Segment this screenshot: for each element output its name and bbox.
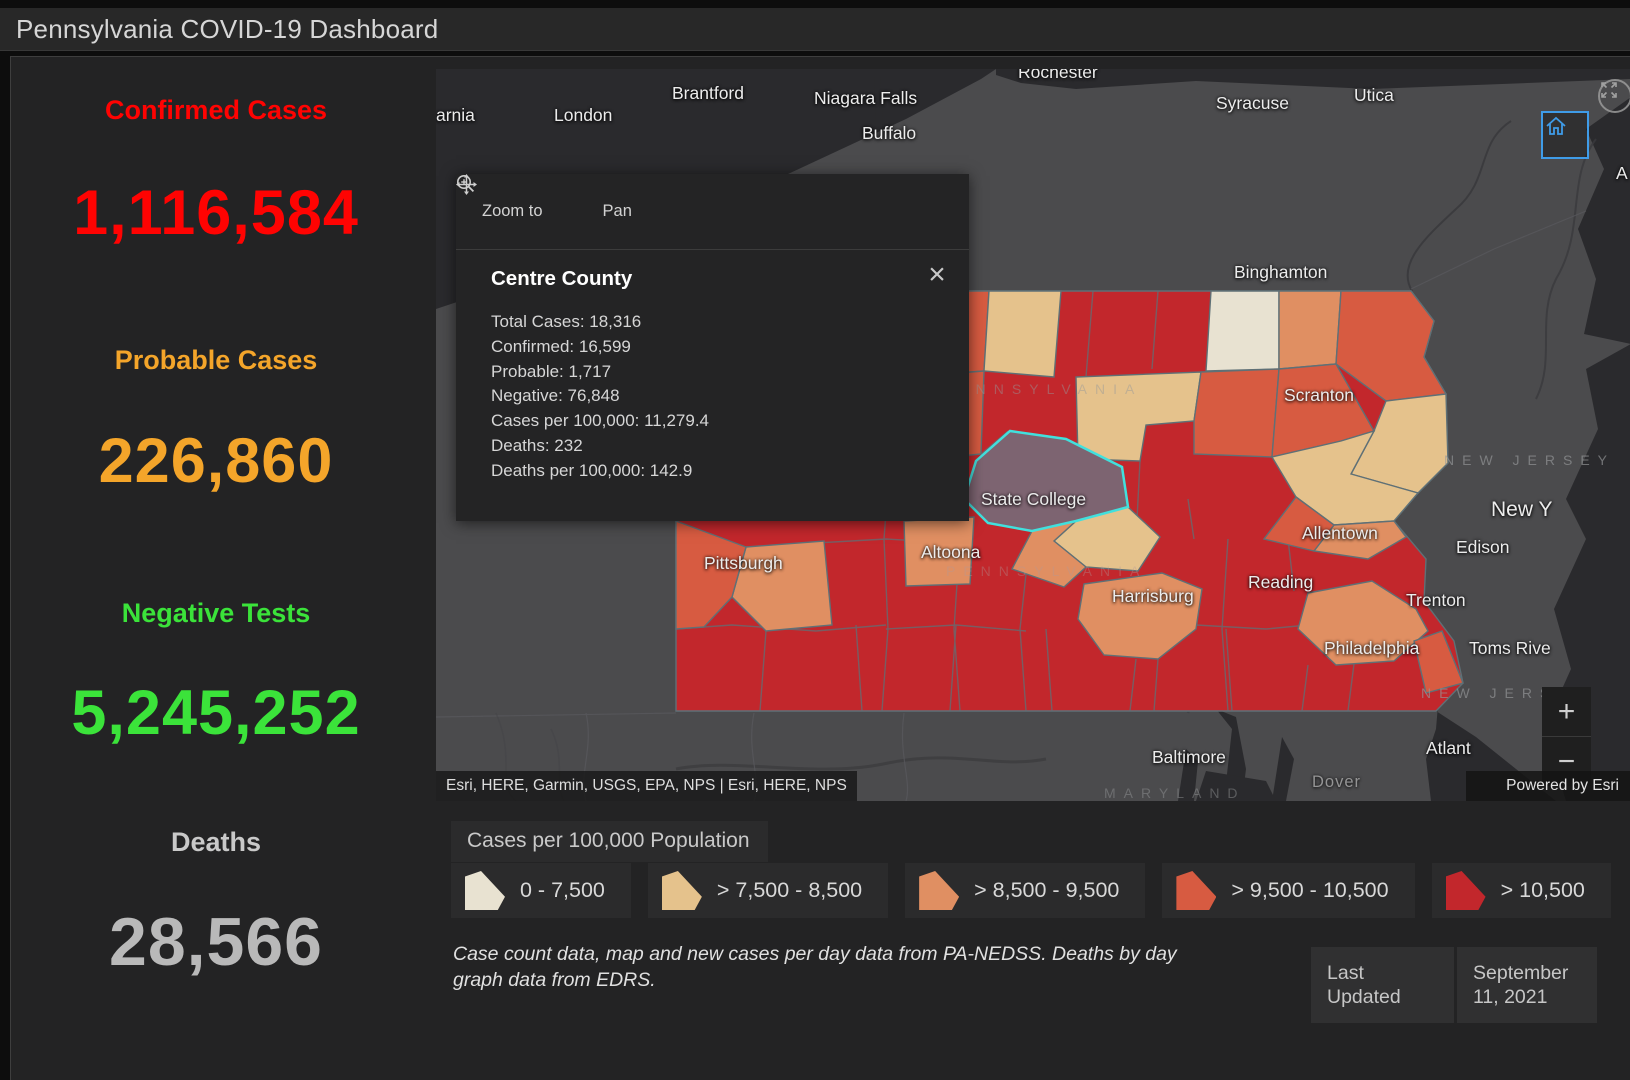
county-polygon bbox=[1205, 290, 1280, 372]
city-label: Binghamton bbox=[1234, 262, 1328, 282]
powered-by-esri-link[interactable]: Powered by Esri bbox=[1466, 771, 1630, 801]
last-updated-value: September 11, 2021 bbox=[1457, 947, 1597, 1023]
city-label: Harrisburg bbox=[1112, 586, 1194, 606]
popup-stat-line: Total Cases: 18,316 bbox=[491, 312, 642, 331]
choropleth-map[interactable]: arnia London Brantford Niagara Falls Buf… bbox=[436, 69, 1630, 801]
city-label: Altoona bbox=[921, 542, 981, 562]
county-polygon bbox=[983, 290, 1062, 378]
popup-stat-line: Probable: 1,717 bbox=[491, 361, 612, 381]
city-label: Trenton bbox=[1406, 590, 1466, 610]
pan-arrows-icon bbox=[456, 174, 477, 195]
popup-stat-line: Deaths per 100,000: 142.9 bbox=[491, 460, 693, 480]
home-icon bbox=[1546, 116, 1566, 135]
content-panel: Confirmed Cases 1,116,584 Probable Cases… bbox=[10, 56, 1630, 1080]
legend-item: > 10,500 bbox=[1431, 863, 1611, 918]
city-label: Baltimore bbox=[1152, 747, 1226, 767]
popup-stat-line: Deaths: 232 bbox=[491, 435, 583, 455]
city-label: Dover bbox=[1312, 773, 1362, 791]
dashboard: Pennsylvania COVID-19 Dashboard Confirme… bbox=[0, 0, 1630, 1080]
city-label: Rochester bbox=[1018, 69, 1098, 82]
negative-tests-label: Negative Tests bbox=[121, 598, 311, 628]
confirmed-cases-value: 1,116,584 bbox=[73, 178, 359, 248]
county-polygon bbox=[1193, 368, 1280, 458]
legend-item: > 7,500 - 8,500 bbox=[647, 863, 889, 918]
pan-label: Pan bbox=[602, 202, 632, 220]
legend-swatch bbox=[465, 871, 505, 910]
city-label: arnia bbox=[436, 105, 475, 125]
probable-cases-label: Probable Cases bbox=[114, 345, 318, 375]
last-updated-label: Last Updated bbox=[1311, 947, 1454, 1023]
state-label: MARYLAND bbox=[1104, 785, 1246, 801]
city-label: Brantford bbox=[672, 83, 744, 103]
confirmed-cases-label: Confirmed Cases bbox=[104, 95, 328, 125]
city-label: Pittsburgh bbox=[704, 553, 783, 573]
city-label: Allentown bbox=[1302, 523, 1378, 543]
popup-divider bbox=[456, 249, 969, 250]
city-label: Reading bbox=[1248, 572, 1314, 592]
state-label: PENNSYLVANIA bbox=[946, 563, 1148, 579]
legend: 0 - 7,500 > 7,500 - 8,500 > 8,500 - 9,50… bbox=[451, 863, 1611, 918]
legend-label: 0 - 7,500 bbox=[520, 878, 605, 902]
deaths-label: Deaths bbox=[170, 827, 262, 857]
data-source-note: Case count data, map and new cases per d… bbox=[453, 943, 1177, 992]
deaths-value: 28,566 bbox=[109, 904, 323, 980]
county-popup: Zoom to Pan Centre County × Total Cases:… bbox=[456, 174, 969, 521]
fullscreen-button[interactable] bbox=[1598, 79, 1630, 113]
negative-tests-value: 5,245,252 bbox=[71, 678, 361, 748]
expand-arrows-icon bbox=[1601, 82, 1617, 98]
home-button[interactable] bbox=[1541, 111, 1589, 159]
popup-title: Centre County bbox=[491, 267, 633, 290]
city-label: Atlant bbox=[1426, 738, 1471, 758]
city-label: Niagara Falls bbox=[814, 88, 918, 108]
page-title: Pennsylvania COVID-19 Dashboard bbox=[16, 13, 439, 44]
pan-button[interactable]: Pan bbox=[456, 174, 632, 221]
city-label: Toms Rive bbox=[1469, 638, 1551, 658]
zoom-in-button[interactable]: + bbox=[1542, 687, 1591, 736]
state-label: NEW JERSEY bbox=[1444, 452, 1616, 468]
city-label: Buffalo bbox=[862, 123, 917, 143]
city-label: A bbox=[1616, 163, 1628, 183]
legend-swatch bbox=[919, 871, 960, 910]
state-label: PENNSYLVANIA bbox=[941, 381, 1143, 397]
app-header: Pennsylvania COVID-19 Dashboard bbox=[0, 8, 1630, 51]
legend-label: > 7,500 - 8,500 bbox=[716, 878, 863, 902]
legend-label: > 10,500 bbox=[1500, 878, 1585, 902]
city-label: State College bbox=[981, 489, 1087, 509]
county-polygon bbox=[1278, 290, 1342, 370]
close-icon[interactable]: × bbox=[919, 258, 955, 294]
probable-cases-value: 226,860 bbox=[98, 426, 334, 496]
zoom-to-button[interactable]: Zoom to bbox=[457, 175, 543, 221]
popup-stat-line: Negative: 76,848 bbox=[491, 386, 620, 406]
legend-title: Cases per 100,000 Population bbox=[451, 821, 768, 862]
popup-body: Total Cases: 18,316 Confirmed: 16,599 Pr… bbox=[491, 310, 709, 484]
legend-label: > 8,500 - 9,500 bbox=[974, 878, 1120, 902]
city-label: Utica bbox=[1354, 85, 1394, 105]
legend-item: > 9,500 - 10,500 bbox=[1162, 863, 1415, 918]
city-label: Scranton bbox=[1284, 385, 1355, 405]
popup-stat-line: Confirmed: 16,599 bbox=[491, 336, 631, 356]
legend-swatch bbox=[1176, 871, 1217, 910]
city-label: New Y bbox=[1491, 498, 1553, 521]
popup-actions: Zoom to Pan bbox=[456, 174, 969, 249]
legend-label: > 9,500 - 10,500 bbox=[1231, 878, 1389, 902]
legend-item: 0 - 7,500 bbox=[451, 863, 631, 918]
legend-item: > 8,500 - 9,500 bbox=[905, 863, 1146, 918]
city-label: Syracuse bbox=[1216, 93, 1289, 113]
legend-swatch bbox=[1445, 871, 1486, 910]
legend-swatch bbox=[661, 871, 702, 910]
city-label: London bbox=[554, 105, 613, 125]
popup-stat-line: Cases per 100,000: 11,279.4 bbox=[491, 411, 710, 431]
map-attribution: Esri, HERE, Garmin, USGS, EPA, NPS | Esr… bbox=[436, 771, 857, 801]
zoom-to-label: Zoom to bbox=[482, 202, 543, 220]
city-label: Philadelphia bbox=[1324, 638, 1420, 658]
city-label: Edison bbox=[1456, 537, 1510, 557]
